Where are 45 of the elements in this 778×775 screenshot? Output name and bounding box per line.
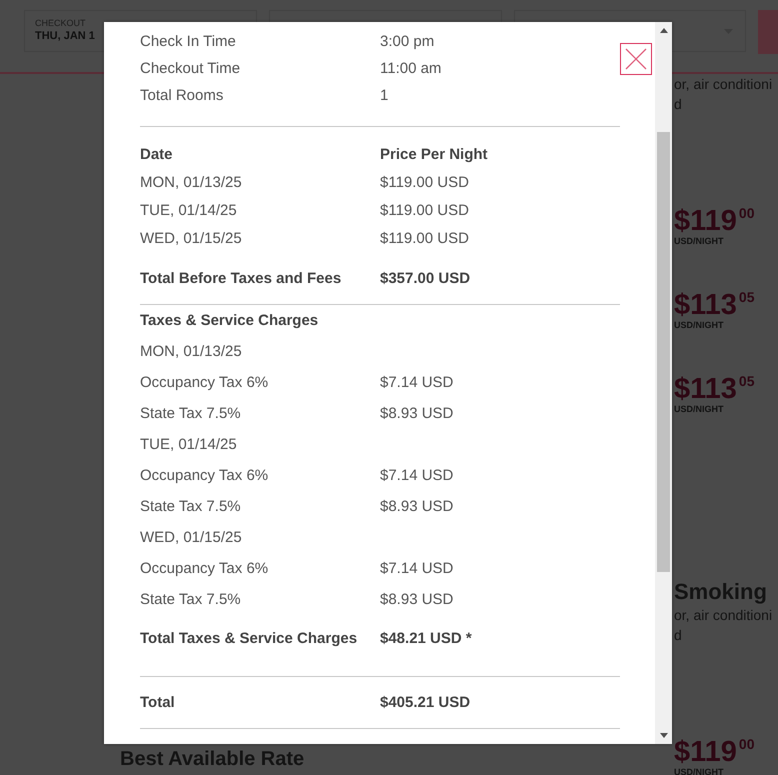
- night-price: $119.00 USD: [380, 173, 469, 193]
- tax-value: $7.14 USD: [380, 559, 454, 579]
- tax-value: $7.14 USD: [380, 373, 454, 393]
- taxes-total-label: Total Taxes & Service Charges: [140, 629, 358, 649]
- total-label: Total: [140, 693, 176, 713]
- price: $113$^{05}$: [674, 288, 756, 320]
- summary-label: Total Rooms: [140, 86, 224, 106]
- tax-value: $8.93 USD: [380, 404, 454, 424]
- price-unit: USD/NIGHT: [674, 767, 724, 775]
- tax-label: State Tax 7.5%: [140, 497, 242, 517]
- column-header: Date: [140, 145, 174, 165]
- night-date: MON, 01/13/25: [140, 173, 243, 193]
- checkout-date: THU, JAN 1: [35, 30, 95, 42]
- night-date: WED, 01/15/25: [140, 229, 243, 249]
- tax-label: Occupancy Tax 6%: [140, 466, 270, 486]
- summary-value: 11:00 am: [380, 59, 442, 79]
- tax-date: TUE, 01/14/25: [140, 435, 238, 455]
- tax-date: MON, 01/13/25: [140, 342, 243, 362]
- price: $113$^{05}$: [674, 372, 756, 404]
- subtotal-label: Total Before Taxes and Fees: [140, 269, 342, 289]
- total-value: $405.21 USD: [380, 693, 470, 713]
- night-date: TUE, 01/14/25: [140, 201, 238, 221]
- price-unit: USD/NIGHT: [674, 404, 724, 414]
- night-price: $119.00 USD: [380, 201, 469, 221]
- tax-label: State Tax 7.5%: [140, 404, 242, 424]
- price: $119$^{00}$: [674, 204, 756, 236]
- tax-label: State Tax 7.5%: [140, 590, 242, 610]
- tax-value: $8.93 USD: [380, 497, 454, 517]
- taxes-total-value: $48.21 USD *: [380, 629, 472, 649]
- tax-date: WED, 01/15/25: [140, 528, 243, 548]
- tax-label: Occupancy Tax 6%: [140, 373, 270, 393]
- column-header: Price Per Night: [380, 145, 488, 165]
- summary-value: 3:00 pm: [380, 32, 434, 52]
- tax-value: $7.14 USD: [380, 466, 454, 486]
- tax-label: Occupancy Tax 6%: [140, 559, 270, 579]
- price-unit: USD/NIGHT: [674, 236, 724, 246]
- price-unit: USD/NIGHT: [674, 320, 724, 330]
- taxes-title: Taxes & Service Charges: [140, 311, 320, 331]
- subtotal-value: $357.00 USD: [380, 269, 470, 289]
- night-price: $119.00 USD: [380, 229, 469, 249]
- tax-value: $8.93 USD: [380, 590, 454, 610]
- summary-value: 1: [380, 86, 388, 106]
- summary-label: Checkout Time: [140, 59, 242, 79]
- summary-label: Check In Time: [140, 32, 237, 52]
- price: $119$^{00}$: [674, 735, 756, 767]
